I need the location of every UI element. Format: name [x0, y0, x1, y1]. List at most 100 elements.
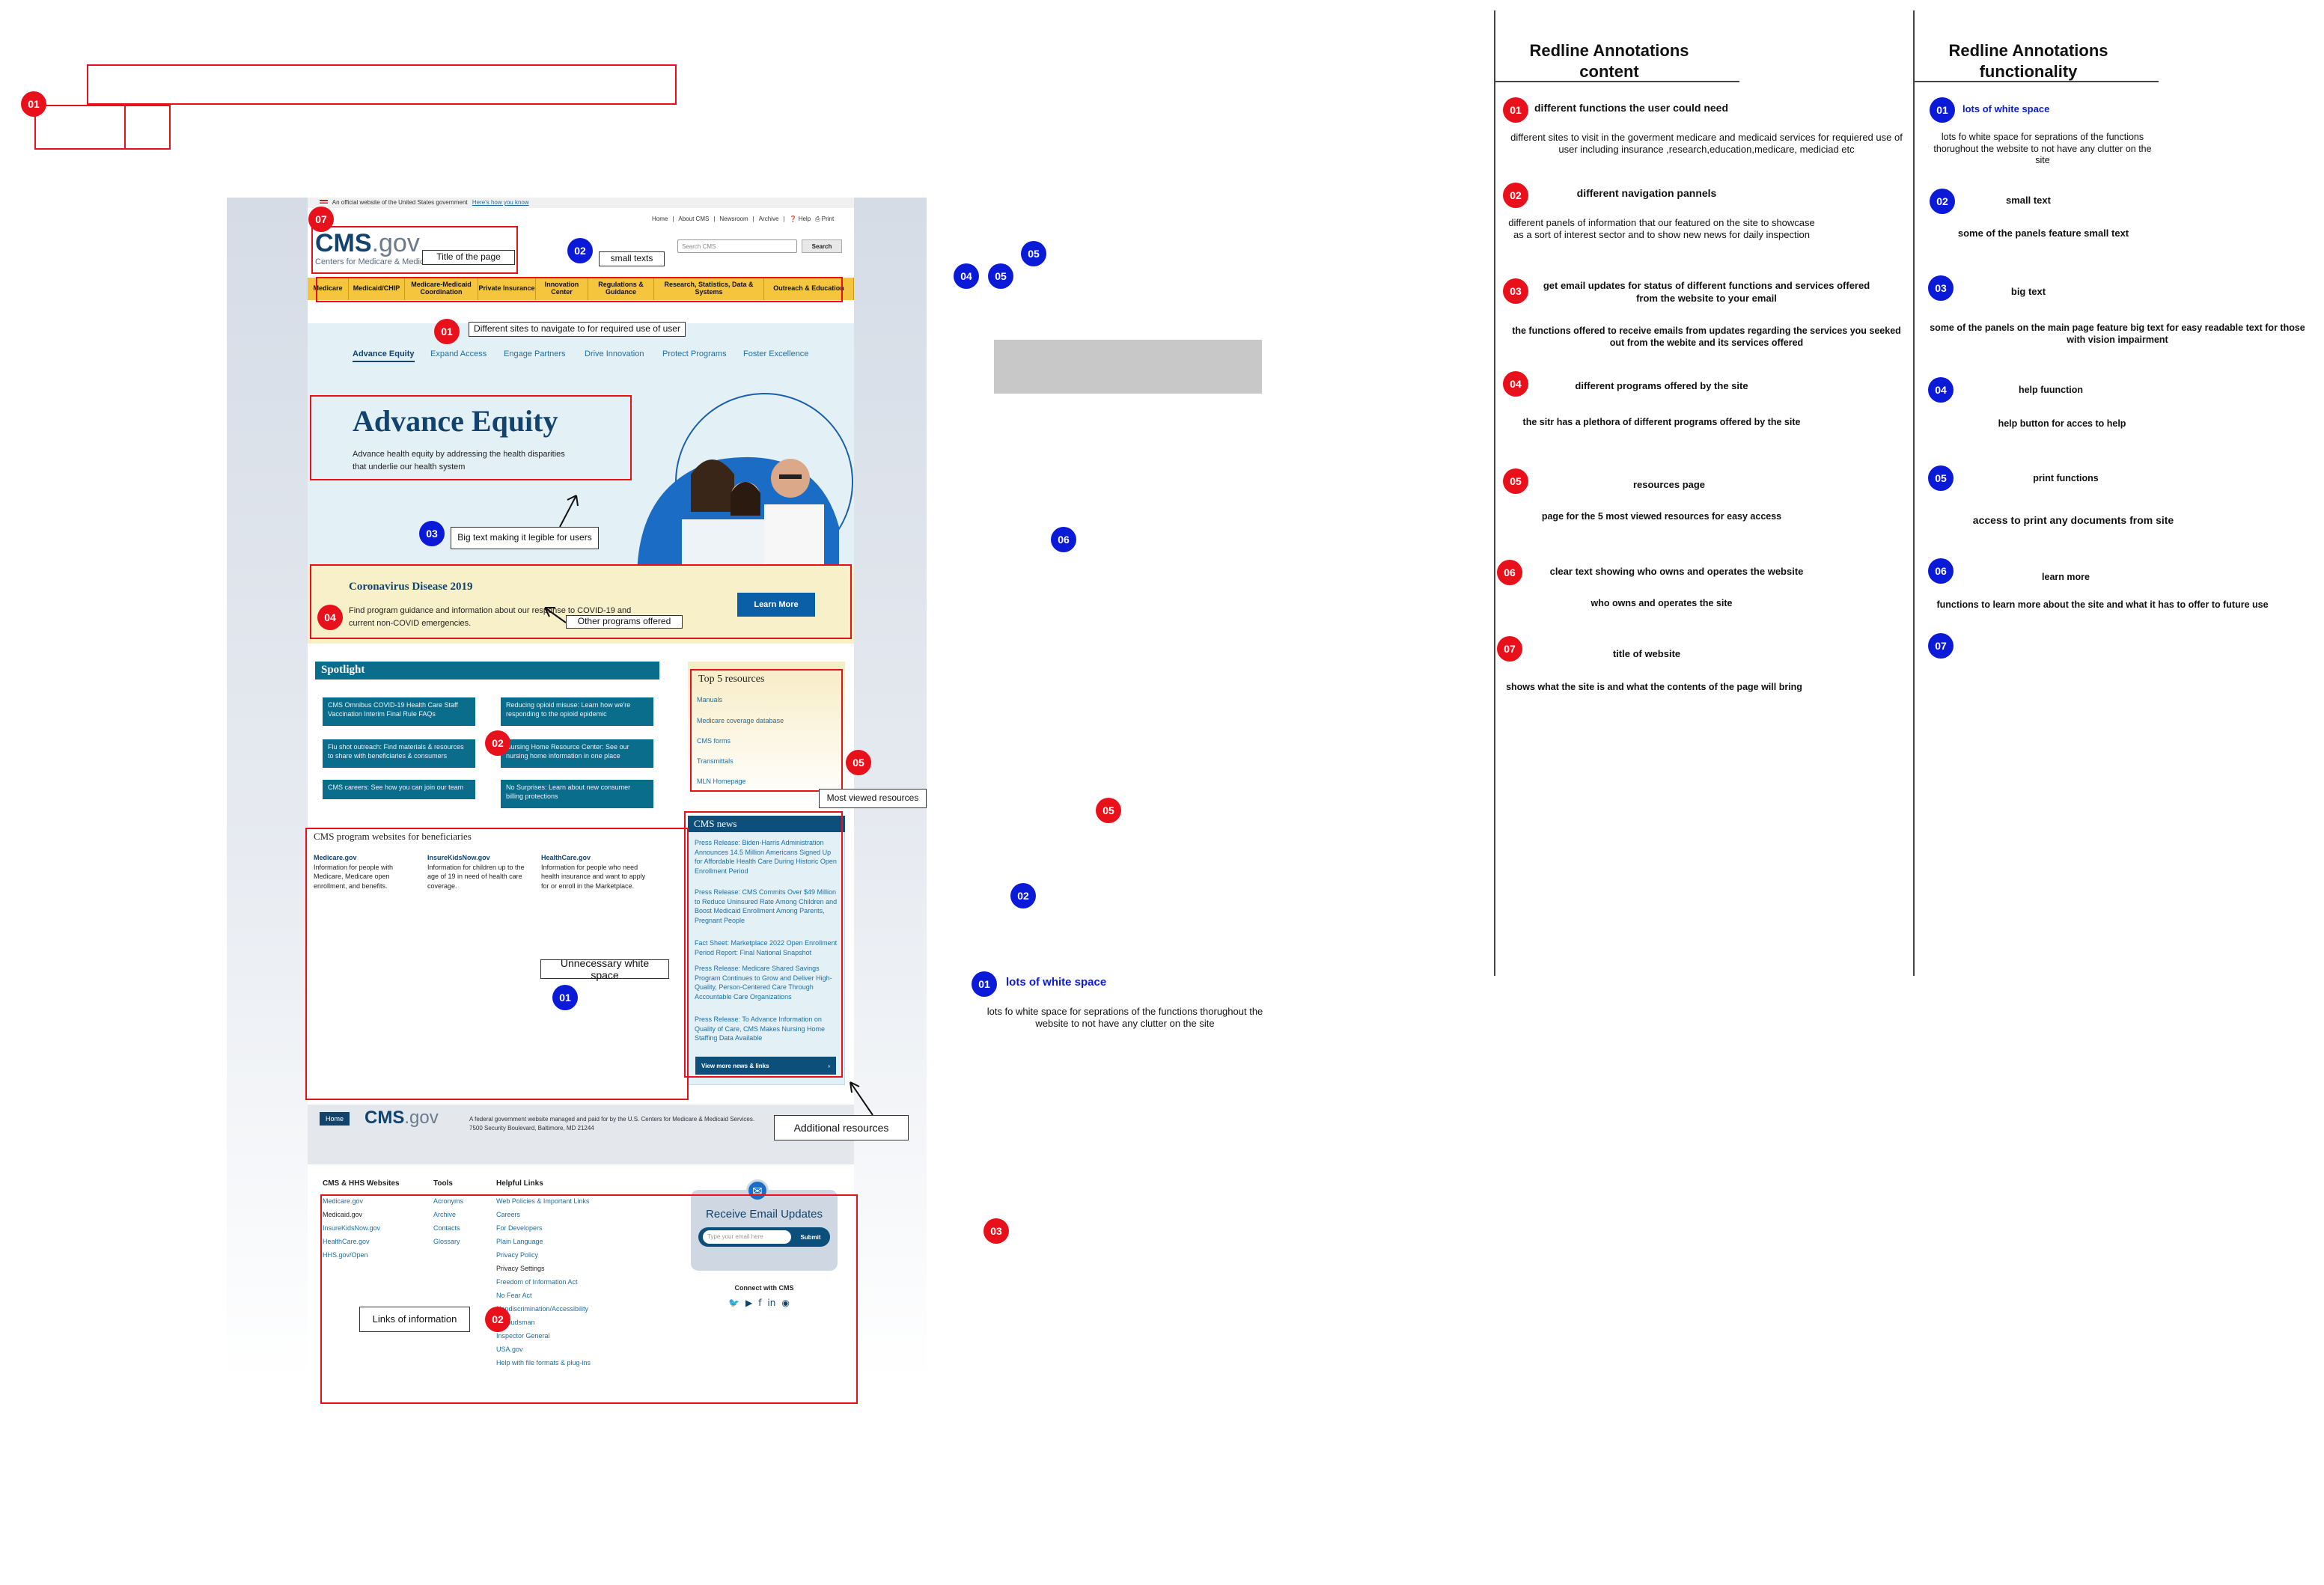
tab-protect-programs[interactable]: Protect Programs [662, 349, 727, 358]
content-panel-title: Redline Annotations content [1529, 41, 1689, 81]
badge-06: 06 [1051, 527, 1076, 552]
badge-01: 01 [1503, 97, 1528, 123]
util-sep: | [752, 216, 754, 222]
badge-02: 02 [1930, 189, 1955, 214]
label-other-programs: Other programs offered [566, 615, 683, 629]
top-red-box-left [34, 105, 126, 150]
badge-01: 01 [972, 971, 997, 997]
spotlight-item[interactable]: CMS Omnibus COVID-19 Health Care Staff V… [323, 697, 475, 726]
search-button[interactable]: Search [802, 239, 842, 253]
tab-foster-excellence[interactable]: Foster Excellence [743, 349, 808, 358]
content-title-underline [1495, 81, 1739, 82]
func-panel-title: Redline Annotations functionality [1948, 41, 2108, 81]
util-link-newsroom[interactable]: Newsroom [719, 216, 748, 223]
badge-06: 06 [1497, 560, 1522, 585]
label-sites-navigate: Different sites to navigate to for requi… [469, 322, 686, 337]
content-item-desc: shows what the site is and what the cont… [1506, 682, 1802, 692]
badge-03: 03 [1503, 278, 1528, 304]
badge-05: 05 [1503, 468, 1528, 494]
arrow-other-programs [544, 607, 567, 623]
badge-05: 05 [846, 750, 871, 775]
func-item-desc: help button for acces to help [1998, 418, 2126, 429]
content-item-desc: page for the 5 most viewed resources for… [1541, 511, 1782, 522]
spotlight-item[interactable]: Reducing opioid misuse: Learn how we're … [501, 697, 653, 726]
util-sep: | [713, 216, 716, 222]
tab-expand-access[interactable]: Expand Access [430, 349, 487, 358]
func-item-head: help fuunction [2018, 385, 2084, 395]
print-label: Print [821, 216, 835, 222]
label-title-of-page: Title of the page [422, 250, 515, 265]
gray-placeholder [994, 340, 1262, 394]
badge-03: 03 [983, 1218, 1009, 1244]
func-title-underline [1915, 81, 2159, 82]
help-icon: ❓ [789, 216, 797, 222]
badge-02: 02 [1503, 183, 1528, 208]
box-nav [316, 277, 843, 302]
badge-01: 01 [1930, 97, 1955, 123]
top-red-box-right [124, 105, 171, 150]
footer-home-button[interactable]: Home [320, 1112, 350, 1126]
badge-06: 06 [1928, 558, 1954, 584]
top-red-box-wide [87, 64, 677, 105]
content-item-head: resources page [1632, 479, 1706, 490]
badge-05: 05 [988, 263, 1013, 289]
gov-banner: An official website of the United States… [308, 198, 854, 208]
gov-banner-text: An official website of the United States… [332, 199, 468, 206]
spotlight-item[interactable]: Nursing Home Resource Center: See our nu… [501, 739, 653, 768]
content-item-desc: different sites to visit in the govermen… [1510, 132, 1903, 156]
utility-links: Home | About CMS | Newsroom | Archive | ❓ He… [652, 216, 834, 223]
func-item-desc: lots fo white space for seprations of th… [1933, 132, 2152, 166]
label-small-texts: small texts [599, 251, 665, 266]
util-link-archive[interactable]: Archive [759, 216, 779, 223]
print-link[interactable]: ⎙ Print [815, 216, 834, 223]
tab-drive-innovation[interactable]: Drive Innovation [585, 349, 644, 358]
footer-col-title: CMS & HHS Websites [323, 1179, 400, 1188]
box-footer [320, 1194, 858, 1404]
box-hero [310, 395, 632, 480]
box-top5 [690, 669, 843, 792]
func-item-head: big text [2010, 286, 2046, 297]
tab-advance-equity[interactable]: Advance Equity [353, 349, 415, 362]
spotlight-item[interactable]: Flu shot outreach: Find materials & reso… [323, 739, 475, 768]
badge-01: 01 [434, 319, 460, 344]
footer-owner-text: A federal government website managed and… [469, 1116, 755, 1132]
util-link-about[interactable]: About CMS [678, 216, 709, 223]
badge-01: 01 [21, 91, 46, 117]
badge-05: 05 [1021, 241, 1046, 266]
content-item-head: different navigation pannels [1576, 187, 1717, 199]
content-item-desc: the functions offered to receive emails … [1512, 326, 1901, 349]
help-link[interactable]: ❓ Help [789, 216, 811, 223]
content-item-head: title of website [1612, 648, 1681, 659]
footer-col-title: Helpful Links [496, 1179, 543, 1188]
print-icon: ⎙ [815, 216, 820, 222]
content-item-head: clear text showing who owns and operates… [1549, 566, 1804, 577]
badge-07: 07 [1928, 633, 1954, 659]
search-input[interactable]: Search CMS [677, 239, 797, 253]
spotlight-header: Spotlight [315, 662, 659, 679]
content-item-head: different programs offered by the site [1575, 380, 1748, 391]
gov-banner-link[interactable]: Here's how you know [472, 199, 529, 206]
badge-02: 02 [485, 730, 510, 756]
badge-04: 04 [1928, 377, 1954, 403]
util-sep: | [672, 216, 674, 222]
label-big-text: Big text making it legible for users [451, 527, 599, 549]
label-unnecessary-white-space: Unnecessary white space [540, 957, 669, 981]
spotlight-item[interactable]: CMS careers: See how you can join our te… [323, 780, 475, 799]
func-item-desc: functions to learn more about the site a… [1936, 599, 2269, 610]
footer-logo[interactable]: CMS.gov [365, 1109, 439, 1127]
footer-col-title: Tools [433, 1179, 453, 1188]
func-item-head: lots of white space [1962, 103, 2050, 114]
footer-logo-main: CMS [365, 1108, 405, 1128]
spotlight-item[interactable]: No Surprises: Learn about new consumer b… [501, 780, 653, 808]
arrow-additional-resources [850, 1081, 873, 1116]
content-item-desc: who owns and operates the site [1590, 598, 1733, 608]
arrow-big-text [559, 495, 579, 528]
help-label: Help [798, 216, 811, 222]
func-item-head: small text [2006, 195, 2051, 206]
util-link-home[interactable]: Home [652, 216, 668, 223]
tab-engage-partners[interactable]: Engage Partners [504, 349, 566, 358]
badge-04: 04 [954, 263, 979, 289]
badge-03: 03 [1928, 275, 1954, 301]
util-sep: | [783, 216, 785, 222]
badge-03: 03 [419, 521, 445, 546]
